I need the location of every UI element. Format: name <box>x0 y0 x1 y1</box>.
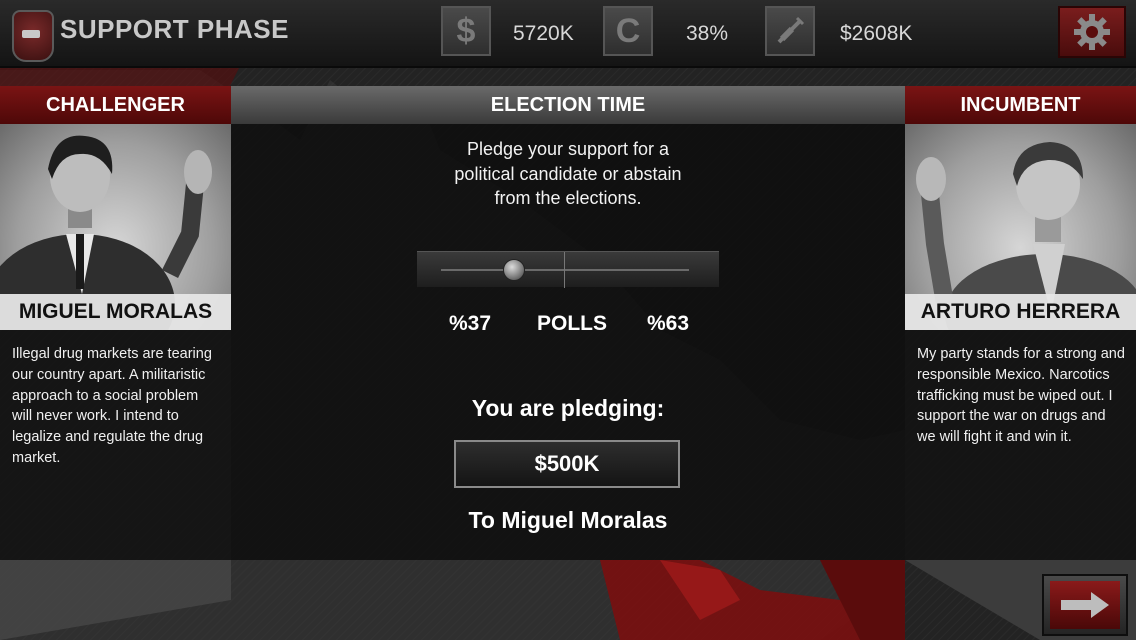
pledge-label: You are pledging: <box>471 395 665 421</box>
slider-handle[interactable] <box>502 259 525 281</box>
arrow-right-icon <box>1061 592 1109 618</box>
pledge-amount-button[interactable]: $500K <box>454 440 680 488</box>
next-button[interactable] <box>1042 574 1128 636</box>
next-button-face <box>1050 581 1120 629</box>
election-modal: ELECTION TIME Pledge your support for a … <box>231 86 905 560</box>
challenger-description: Illegal drug markets are tearing our cou… <box>0 330 231 560</box>
incumbent-header: INCUMBENT <box>905 86 1136 124</box>
intro-line: Pledge your support for a <box>466 139 670 159</box>
intro-line: political candidate or abstain <box>454 163 682 184</box>
election-title: ELECTION TIME <box>231 86 905 124</box>
intro-line: from the elections. <box>494 188 642 208</box>
incumbent-description: My party stands for a strong and respons… <box>905 330 1136 560</box>
drug-money-value: $2608K <box>840 22 913 45</box>
gear-icon <box>1074 14 1110 50</box>
incumbent-panel[interactable]: INCUMBENT ARTURO HERRERA My party stands… <box>905 86 1136 560</box>
challenger-name: MIGUEL MORALAS <box>0 294 231 330</box>
cartel-badge-icon <box>12 10 54 62</box>
incumbent-poll: %63 <box>647 312 690 335</box>
syringe-icon <box>765 6 815 56</box>
election-intro: Pledge your support for a political cand… <box>231 137 905 211</box>
settings-button[interactable] <box>1058 6 1126 58</box>
top-bar: SUPPORT PHASE $ 5720K C 38% $2608K <box>0 0 1136 68</box>
money-value: 5720K <box>513 22 574 45</box>
pledge-slider[interactable] <box>417 251 719 288</box>
polls-label: POLLS <box>537 312 608 335</box>
influence-value: 38% <box>686 22 729 45</box>
challenger-header: CHALLENGER <box>0 86 231 124</box>
phase-title: SUPPORT PHASE <box>60 14 289 44</box>
incumbent-portrait: ARTURO HERRERA <box>905 124 1136 330</box>
cartel-c-icon: C <box>603 6 653 56</box>
challenger-poll: %37 <box>449 312 492 335</box>
incumbent-name: ARTURO HERRERA <box>905 294 1136 330</box>
dollar-icon: $ <box>441 6 491 56</box>
challenger-portrait: MIGUEL MORALAS <box>0 124 231 330</box>
slider-track-line <box>441 269 689 271</box>
slider-center-mark <box>564 252 565 288</box>
pledge-target: To Miguel Moralas <box>468 507 668 533</box>
challenger-panel[interactable]: CHALLENGER MIGUEL MORALAS Illegal drug m… <box>0 86 231 560</box>
